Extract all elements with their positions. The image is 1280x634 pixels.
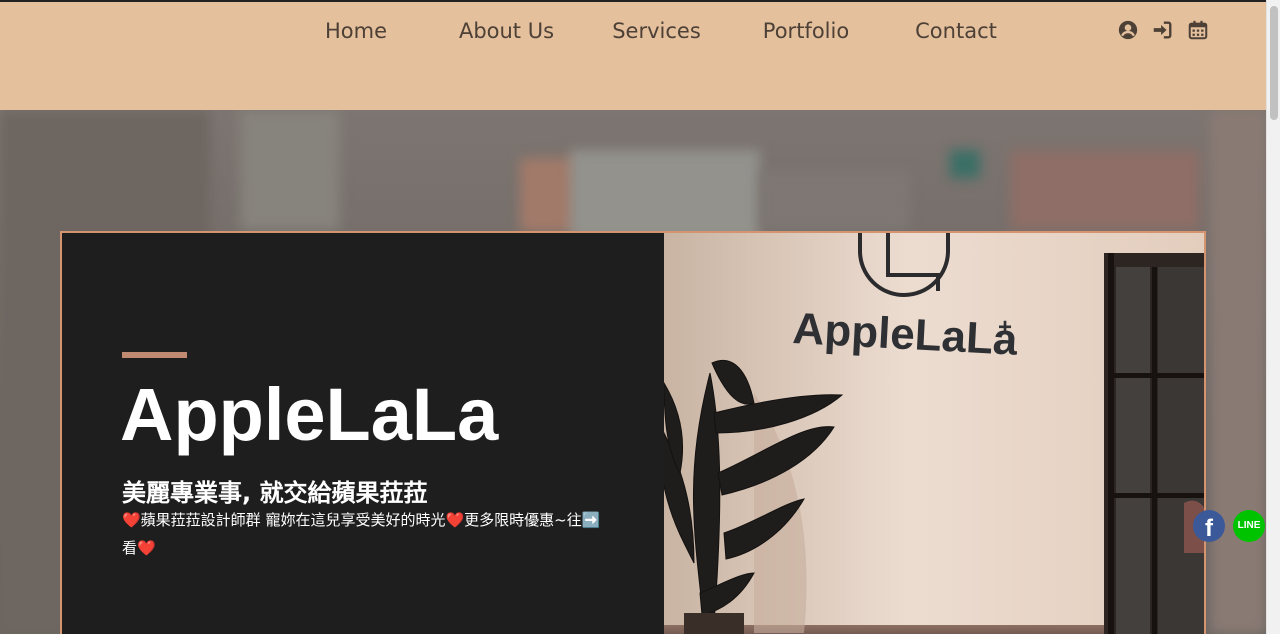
bg-wall-right xyxy=(1210,110,1266,634)
nav-contact[interactable]: Contact xyxy=(905,16,1007,46)
hero-slogan: 美麗專業事, 就交給蘋果菈菈 xyxy=(122,479,428,507)
main-nav: Home About Us Services Portfolio Contact xyxy=(0,16,1266,46)
nav-services[interactable]: Services xyxy=(603,16,710,46)
bg-corridor xyxy=(760,170,910,230)
calendar-icon[interactable] xyxy=(1187,18,1209,42)
bg-exit-sign xyxy=(950,150,980,178)
facebook-button[interactable]: f xyxy=(1193,510,1225,542)
line-button[interactable]: LINE xyxy=(1233,510,1265,542)
accent-bar xyxy=(122,352,187,358)
salon-wall-photo: AppleLaLa + xyxy=(664,233,1204,634)
scrollbar-thumb[interactable] xyxy=(1270,6,1278,120)
sign-in-icon[interactable] xyxy=(1151,18,1173,42)
nav-portfolio[interactable]: Portfolio xyxy=(752,16,860,46)
nav-about-us[interactable]: About Us xyxy=(449,16,564,46)
line-icon: LINE xyxy=(1237,520,1261,531)
brand-title: AppleLaLa xyxy=(120,373,499,456)
svg-text:+: + xyxy=(998,314,1012,341)
hero-description: ❤️蘋果菈菈設計師群 寵妳在這兒享受美好的時光❤️更多限時優惠~往➡️看❤️ xyxy=(122,511,601,557)
user-circle-icon[interactable] xyxy=(1117,18,1139,42)
hero-text-panel: AppleLaLa 美麗專業事, 就交給蘋果菈菈 ❤️蘋果菈菈設計師群 寵妳在這… xyxy=(62,233,664,634)
facebook-icon: f xyxy=(1205,515,1213,542)
site-header: Home About Us Services Portfolio Contact xyxy=(0,0,1266,110)
hero-card: AppleLaLa 美麗專業事, 就交給蘋果菈菈 ❤️蘋果菈菈設計師群 寵妳在這… xyxy=(60,231,1206,634)
nav-home[interactable]: Home xyxy=(316,16,396,46)
bg-panel xyxy=(240,110,340,230)
bg-door-red xyxy=(1010,150,1200,230)
bg-counter xyxy=(570,150,760,240)
page-scrollbar[interactable] xyxy=(1266,0,1280,634)
